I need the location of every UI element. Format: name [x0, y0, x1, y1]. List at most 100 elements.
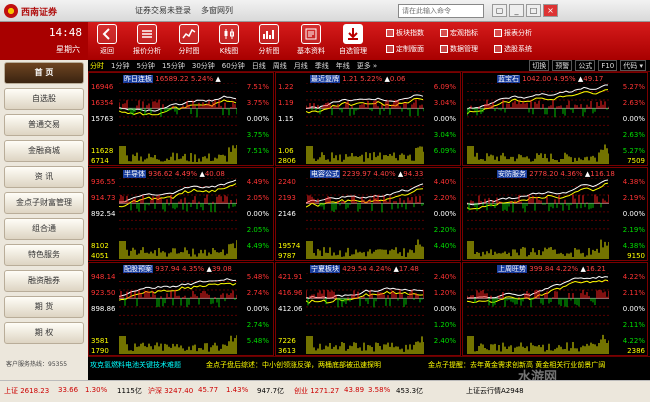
status-bar: 上证 2618.23 33.66 1.30% 1115亿 沪深 3247.40 …: [0, 380, 650, 402]
y-axis-label: 19574: [278, 242, 301, 250]
macro-indicator-button[interactable]: 宏观指标: [440, 27, 478, 39]
restore-layout-button[interactable]: ▢: [492, 4, 507, 17]
watchlist-manage-button[interactable]: 自选管理: [336, 24, 370, 56]
pct-axis-label: 2.19%: [622, 226, 645, 234]
code-dropdown[interactable]: 代码 ▾: [620, 60, 646, 71]
nav-item-margin-trading[interactable]: 融资融券: [4, 270, 84, 292]
nav-item-options[interactable]: 期 权: [4, 322, 84, 344]
maximize-button[interactable]: □: [526, 4, 541, 17]
nav-item-watchlist[interactable]: 自选股: [4, 88, 84, 110]
timeshare-chart[interactable]: [119, 273, 237, 355]
report-analysis-button[interactable]: 报表分析: [494, 27, 532, 39]
tab-60min[interactable]: 60分钟: [222, 61, 245, 71]
custom-layout-button[interactable]: 定制版面: [386, 43, 424, 55]
nav-item-wealth-management[interactable]: 金点子财富管理: [4, 192, 84, 214]
chart-panel[interactable]: 安防服务 2778.20 4.36% ▲116.18 4.38% 2.19% 0.00…: [462, 167, 648, 261]
y-axis-label: 923.50: [91, 289, 116, 297]
status-hs-volume: 947.7亿: [257, 387, 285, 395]
chart-panel[interactable]: 电容公式 2239.97 4.40% ▲94.33 2240 2193 2146 195…: [275, 167, 461, 261]
chart-panel[interactable]: 上周旺势 399.84 4.22% ▲16.21 4.22% 2.11% 0.00% 2…: [462, 262, 648, 356]
back-button[interactable]: 返回: [90, 24, 124, 56]
stock-screener-button[interactable]: 选股系统: [494, 43, 532, 55]
tab-quarterly[interactable]: 季线: [315, 61, 329, 71]
close-button[interactable]: ×: [543, 4, 558, 17]
tab-1min[interactable]: 1分钟: [111, 61, 129, 71]
main-toolbar: 返回 报价分析 分时图 K线图 分析图 基本资料 自选管理 板块指数 宏观指标 …: [88, 22, 650, 60]
nav-item-special-services[interactable]: 特色服务: [4, 244, 84, 266]
chart-panel[interactable]: 配股预案 937.94 4.35% ▲39.08 948.14 923.50 898.…: [88, 262, 274, 356]
timeshare-chart[interactable]: [119, 83, 237, 165]
analysis-chart-button[interactable]: 分析图: [252, 24, 286, 56]
panel-stock-name: 宁夏板块: [310, 265, 340, 273]
tab-weekly[interactable]: 周线: [273, 61, 287, 71]
menu-multi-window[interactable]: 多窗网列: [201, 5, 233, 16]
menu-trading-login[interactable]: 证券交易未登录: [135, 5, 191, 16]
panel-stock-name: 上周旺势: [497, 265, 527, 273]
macro-indicator-label: 宏观指标: [450, 29, 478, 37]
timeshare-chart[interactable]: [467, 83, 609, 165]
status-cloud-quote[interactable]: 上证云行情A2948: [466, 386, 524, 396]
basic-info-button[interactable]: 基本资料: [294, 24, 328, 56]
tab-5min[interactable]: 5分钟: [136, 61, 154, 71]
kline-button[interactable]: K线图: [212, 24, 246, 56]
pct-axis-label: 9150: [627, 252, 645, 260]
tab-monthly[interactable]: 月线: [294, 61, 308, 71]
switch-button[interactable]: 切换: [529, 60, 550, 71]
tab-yearly[interactable]: 年线: [336, 61, 350, 71]
tab-more[interactable]: 更多 »: [357, 61, 378, 71]
nav-item-trading[interactable]: 普通交易: [4, 114, 84, 136]
chart-panel[interactable]: 半导体 936.62 4.49% ▲40.08 936.55 914.73 892.5…: [88, 167, 274, 261]
timeshare-chart[interactable]: [467, 273, 609, 355]
timeshare-chart[interactable]: [119, 178, 237, 260]
tab-timeshare[interactable]: 分时: [90, 61, 104, 71]
panel-stock-name: 半导体: [123, 170, 146, 178]
status-chinext[interactable]: 创业 1271.27: [294, 386, 339, 396]
service-hotline: 客户服务热线：95355: [6, 361, 68, 368]
timeshare-chart[interactable]: [467, 178, 609, 260]
formula-button[interactable]: 公式: [575, 60, 596, 71]
f10-button[interactable]: F10: [598, 60, 618, 71]
alert-button[interactable]: 预警: [552, 60, 573, 71]
pct-axis-label: 0.00%: [622, 305, 645, 313]
nav-item-news[interactable]: 资 讯: [4, 166, 84, 188]
timeshare-chart-label: 分时图: [178, 47, 200, 55]
chart-panel[interactable]: 最近复牌 1.21 5.22% ▲0.06 1.22 1.19 1.15 1.06 280…: [275, 72, 461, 166]
command-search-input[interactable]: [398, 4, 484, 18]
nav-item-finance-mall[interactable]: 金融商城: [4, 140, 84, 162]
multi-chart-grid: 昨日连板 16589.22 5.24% ▲ 16946 16354 15763 1162…: [88, 72, 648, 356]
news-item-2[interactable]: 金点子盘后综述：中小创领涨反弹，两桶底部被迅速探明: [206, 360, 381, 370]
timeshare-chart[interactable]: [306, 273, 424, 355]
nav-item-futures[interactable]: 期 货: [4, 296, 84, 318]
tab-daily[interactable]: 日线: [252, 61, 266, 71]
y-axis-label: 948.14: [91, 273, 116, 281]
nav-item-portfolio[interactable]: 组合通: [4, 218, 84, 240]
status-shanghai[interactable]: 上证 2618.23: [4, 386, 49, 396]
minimize-button[interactable]: _: [509, 4, 524, 17]
timeshare-chart-button[interactable]: 分时图: [172, 24, 206, 56]
panel-price: 937.94: [155, 265, 180, 273]
nav-item-home[interactable]: 首 页: [4, 62, 84, 84]
news-item-1[interactable]: 攻克氢燃料电池关键技术难题: [90, 360, 181, 370]
status-hs300[interactable]: 沪深 3247.40: [148, 386, 193, 396]
quote-analysis-button[interactable]: 报价分析: [130, 24, 164, 56]
average-line: [467, 89, 609, 115]
tab-30min[interactable]: 30分钟: [192, 61, 215, 71]
chart-panel[interactable]: 昨日连板 16589.22 5.24% ▲ 16946 16354 15763 1162…: [88, 72, 274, 166]
pct-axis-label: 0.00%: [622, 115, 645, 123]
chart-panel[interactable]: 宁夏板块 429.54 4.24% ▲17.48 421.91 416.96 412.…: [275, 262, 461, 356]
sector-index-button[interactable]: 板块指数: [386, 27, 424, 39]
period-tab-bar: 分时 1分钟 5分钟 15分钟 30分钟 60分钟 日线 周线 月线 季线 年线…: [88, 60, 650, 72]
news-item-3[interactable]: 金点子提醒：去年黄金需求创新高 黄金相关行业前景广阔: [428, 360, 605, 370]
chart-panel[interactable]: 蓝宝石 1042.00 4.95% ▲49.17 5.27% 2.63% 0.00% 2…: [462, 72, 648, 166]
pct-axis-label: 0.00%: [246, 115, 269, 123]
timeshare-chart[interactable]: [306, 178, 424, 260]
data-management-button[interactable]: 数据管理: [440, 43, 478, 55]
tab-15min[interactable]: 15分钟: [162, 61, 185, 71]
y-axis-label: 2806: [278, 157, 296, 165]
y-axis-label: 412.06: [278, 305, 303, 313]
panel-change: 17.48: [398, 265, 419, 273]
pct-axis-label: 2.74%: [246, 321, 269, 329]
timeshare-chart[interactable]: [306, 83, 424, 165]
kline-icon: [224, 29, 234, 39]
panel-stock-name: 安防服务: [497, 170, 527, 178]
